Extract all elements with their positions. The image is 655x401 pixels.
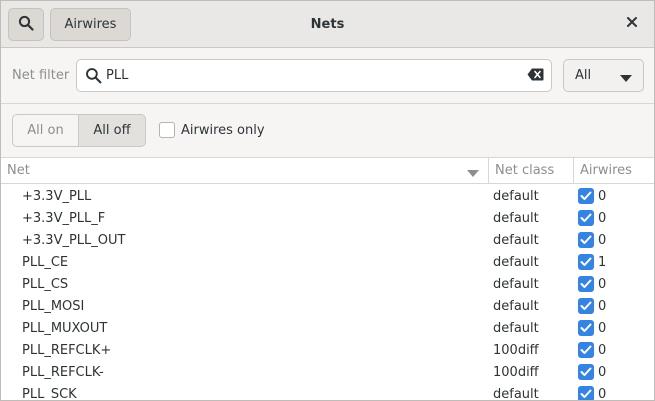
column-header-net-class-label: Net class <box>495 163 555 178</box>
search-button[interactable] <box>8 8 44 41</box>
nets-window: Airwires Nets Net filter PLL All All on … <box>0 0 655 401</box>
checkmark-icon <box>580 235 592 245</box>
airwire-count: 0 <box>598 321 607 336</box>
airwires-button[interactable]: Airwires <box>50 8 131 41</box>
magnifier-icon <box>85 67 102 88</box>
filter-scope-value: All <box>575 68 592 83</box>
airwires-checkbox[interactable] <box>578 232 594 248</box>
sort-descending-icon[interactable] <box>467 167 479 182</box>
net-class: default <box>493 211 539 226</box>
table-row[interactable]: PLL_CE default 1 <box>1 251 654 273</box>
nets-table: Net Net class Airwires +3.3V_PLL default 0… <box>1 158 654 401</box>
checkmark-icon <box>580 367 592 377</box>
header-bar: Airwires Nets <box>1 1 654 48</box>
all-off-button[interactable]: All off <box>78 114 146 147</box>
clear-text-icon[interactable] <box>527 68 544 85</box>
net-name: PLL_CS <box>22 277 69 292</box>
table-row[interactable]: PLL_REFCLK- 100diff 0 <box>1 361 654 383</box>
column-header-airwires-label: Airwires <box>580 163 632 178</box>
airwire-count: 0 <box>598 387 607 401</box>
column-header-net[interactable]: Net <box>1 158 488 183</box>
airwire-count: 0 <box>598 233 607 248</box>
airwires-checkbox[interactable] <box>578 364 594 380</box>
net-name: PLL_CE <box>22 255 69 270</box>
all-on-label: All on <box>27 123 64 138</box>
table-row[interactable]: PLL_MUXOUT default 0 <box>1 317 654 339</box>
column-header-net-label: Net <box>7 163 30 178</box>
airwire-count: 0 <box>598 189 607 204</box>
airwire-count: 0 <box>598 211 607 226</box>
airwires-checkbox[interactable] <box>578 298 594 314</box>
net-filter-input[interactable] <box>106 64 516 87</box>
all-on-button[interactable]: All on <box>12 114 79 147</box>
checkmark-icon <box>580 191 592 201</box>
table-row[interactable]: PLL_MOSI default 0 <box>1 295 654 317</box>
checkmark-icon <box>580 301 592 311</box>
net-name: PLL_SCK <box>22 387 77 401</box>
net-class: default <box>493 387 539 401</box>
close-icon <box>626 16 638 32</box>
net-name: +3.3V_PLL_OUT <box>22 233 126 248</box>
triangle-down-icon <box>620 72 632 87</box>
net-class: default <box>493 321 539 336</box>
airwire-count: 0 <box>598 343 607 358</box>
net-class: default <box>493 255 539 270</box>
table-row[interactable]: +3.3V_PLL default 0 <box>1 185 654 207</box>
table-header: Net Net class Airwires <box>1 158 654 184</box>
toggle-bar: All on All off Airwires only <box>1 104 654 158</box>
airwires-checkbox[interactable] <box>578 342 594 358</box>
airwires-checkbox[interactable] <box>578 320 594 336</box>
table-row[interactable]: PLL_SCK default 0 <box>1 383 654 401</box>
checkmark-icon <box>580 279 592 289</box>
airwires-checkbox[interactable] <box>578 210 594 226</box>
net-filter-entry[interactable] <box>76 59 552 92</box>
table-row[interactable]: +3.3V_PLL_OUT default 0 <box>1 229 654 251</box>
all-off-label: All off <box>93 123 131 138</box>
net-class: default <box>493 189 539 204</box>
net-name: PLL_REFCLK+ <box>22 343 112 358</box>
airwires-button-label: Airwires <box>64 17 117 32</box>
checkmark-icon <box>580 213 592 223</box>
filter-scope-dropdown[interactable]: All <box>563 59 644 92</box>
net-name: +3.3V_PLL <box>22 189 92 204</box>
airwires-checkbox[interactable] <box>578 254 594 270</box>
net-class: 100diff <box>493 343 539 358</box>
airwires-only-checkbox[interactable] <box>159 122 175 138</box>
checkmark-icon <box>580 257 592 267</box>
checkmark-icon <box>580 345 592 355</box>
airwires-only-label[interactable]: Airwires only <box>181 123 265 138</box>
net-class: 100diff <box>493 365 539 380</box>
net-name: PLL_MOSI <box>22 299 85 314</box>
airwire-count: 1 <box>598 255 607 270</box>
table-row[interactable]: PLL_CS default 0 <box>1 273 654 295</box>
checkmark-icon <box>580 389 592 399</box>
filter-bar: Net filter All <box>1 48 654 104</box>
airwires-checkbox[interactable] <box>578 386 594 400</box>
checkmark-icon <box>580 323 592 333</box>
airwires-checkbox[interactable] <box>578 188 594 204</box>
net-name: PLL_MUXOUT <box>22 321 108 336</box>
net-filter-label: Net filter <box>12 68 70 83</box>
search-icon <box>18 15 34 35</box>
close-button[interactable] <box>620 12 644 36</box>
airwire-count: 0 <box>598 277 607 292</box>
net-name: PLL_REFCLK- <box>22 365 104 380</box>
table-row[interactable]: PLL_REFCLK+ 100diff 0 <box>1 339 654 361</box>
net-class: default <box>493 233 539 248</box>
airwires-checkbox[interactable] <box>578 276 594 292</box>
airwire-count: 0 <box>598 365 607 380</box>
net-class: default <box>493 277 539 292</box>
airwire-count: 0 <box>598 299 607 314</box>
table-row[interactable]: +3.3V_PLL_F default 0 <box>1 207 654 229</box>
column-header-airwires[interactable]: Airwires <box>573 158 654 183</box>
column-header-net-class[interactable]: Net class <box>488 158 573 183</box>
net-class: default <box>493 299 539 314</box>
net-name: +3.3V_PLL_F <box>22 211 106 226</box>
